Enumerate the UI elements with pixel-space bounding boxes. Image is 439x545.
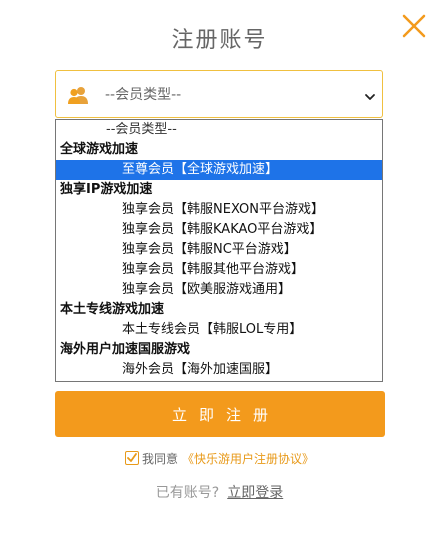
agree-checkbox[interactable] [124, 451, 139, 465]
option-kakao[interactable]: 独享会员【韩服KAKAO平台游戏】 [56, 220, 382, 240]
optgroup-local-line: 本土专线游戏加速 [60, 302, 165, 317]
member-type-options: --会员类型-- 全球游戏加速 至尊会员【全球游戏加速】 独享IP游戏加速 独享… [55, 119, 383, 382]
optgroup-overseas: 海外用户加速国服游戏 [60, 342, 191, 357]
optgroup-dedicated-ip: 独享IP游戏加速 [60, 182, 153, 197]
register-dialog: 注册账号 --会员类型-- --会员类型-- 全球游戏加速 至尊会员【全球游戏加… [0, 0, 439, 545]
close-icon[interactable] [400, 12, 428, 40]
user-group-icon [67, 85, 89, 105]
option-lol[interactable]: 本土专线会员【韩服LOL专用】 [56, 320, 382, 340]
register-button[interactable]: 立即注册 [55, 391, 385, 437]
option-overseas-member[interactable]: 海外会员【海外加速国服】 [56, 360, 382, 380]
login-link[interactable]: 立即登录 [227, 485, 283, 501]
option-nc[interactable]: 独享会员【韩服NC平台游戏】 [56, 240, 382, 260]
option-korea-other[interactable]: 独享会员【韩服其他平台游戏】 [56, 260, 382, 280]
page-title: 注册账号 [171, 28, 268, 53]
login-row: 已有账号? 立即登录 [0, 482, 439, 502]
agreement-link[interactable]: 《快乐游用户注册协议》 [182, 452, 314, 466]
have-account-text: 已有账号? [155, 485, 220, 501]
check-icon [127, 453, 137, 462]
option-eu-us[interactable]: 独享会员【欧美服游戏通用】 [56, 280, 382, 300]
option-nexon[interactable]: 独享会员【韩服NEXON平台游戏】 [56, 200, 382, 220]
select-value: --会员类型-- [105, 87, 182, 103]
member-type-select[interactable]: --会员类型-- [55, 70, 383, 118]
option-supreme-member[interactable]: 至尊会员【全球游戏加速】 [56, 160, 382, 180]
agreement-row: 我同意 《快乐游用户注册协议》 [0, 450, 439, 467]
optgroup-global: 全球游戏加速 [60, 142, 139, 157]
agree-label: 我同意 [141, 452, 178, 466]
chevron-down-icon[interactable] [364, 88, 376, 100]
option-placeholder[interactable]: --会员类型-- [56, 120, 382, 140]
